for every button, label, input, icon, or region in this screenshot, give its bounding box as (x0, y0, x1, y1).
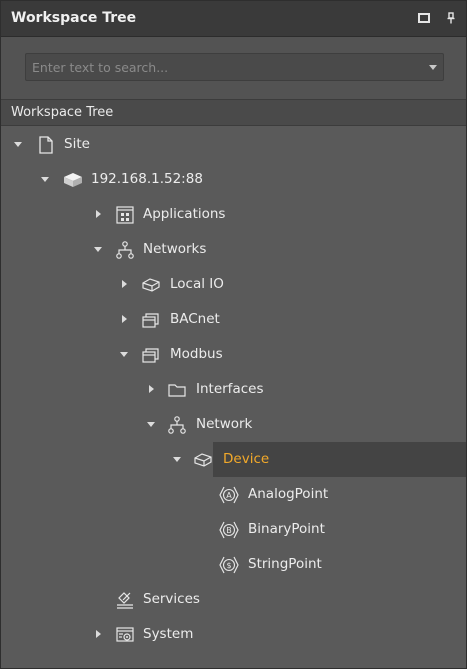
string-point-icon: $ (219, 555, 239, 575)
tree-item-label: Network (196, 416, 253, 432)
tree-item-label: 192.168.1.52:88 (91, 171, 203, 187)
panel-titlebar: Workspace Tree (1, 1, 466, 37)
tree-item-label: System (143, 626, 194, 642)
svg-text:$: $ (226, 561, 231, 570)
expand-arrow-icon[interactable] (120, 352, 128, 357)
tree-item-site[interactable]: Site (1, 127, 466, 162)
tree-item-networks[interactable]: Networks (1, 232, 466, 267)
search-combobox[interactable] (25, 53, 444, 81)
collapse-arrow-icon[interactable] (96, 630, 101, 638)
tree-item-device-ip[interactable]: 192.168.1.52:88 (1, 162, 466, 197)
tree-item-label: BACnet (170, 311, 220, 327)
svg-text:A: A (226, 491, 232, 500)
tree-item-analog-point[interactable]: A AnalogPoint (1, 477, 466, 512)
local-io-icon (141, 275, 161, 295)
search-input[interactable] (32, 58, 412, 76)
svg-text:B: B (226, 526, 232, 535)
tree-item-services[interactable]: Services (1, 582, 466, 617)
tree-item-label: Device (223, 451, 270, 467)
tree-item-label: AnalogPoint (248, 486, 329, 502)
binary-point-icon: B (219, 520, 239, 540)
controller-device-icon (62, 170, 82, 190)
network-icon (115, 240, 135, 260)
tree-item-label: StringPoint (248, 556, 322, 572)
tree-item-label: Site (64, 136, 90, 152)
tree-item-label: Interfaces (196, 381, 264, 397)
search-area (1, 37, 466, 99)
expand-arrow-icon[interactable] (147, 422, 155, 427)
protocol-icon (141, 345, 161, 365)
system-settings-icon (115, 625, 135, 645)
services-icon (115, 590, 135, 610)
workspace-tree-panel: Workspace Tree Workspace Tree Site (0, 0, 467, 669)
tree-item-label: Services (143, 591, 200, 607)
collapse-arrow-icon[interactable] (96, 210, 101, 218)
tree-header-label: Workspace Tree (11, 105, 114, 120)
expand-arrow-icon[interactable] (94, 247, 102, 252)
tree-item-device[interactable]: Device (1, 442, 466, 477)
tree-item-interfaces[interactable]: Interfaces (1, 372, 466, 407)
expand-arrow-icon[interactable] (173, 457, 181, 462)
tree-item-string-point[interactable]: $ StringPoint (1, 547, 466, 582)
applications-icon (115, 205, 135, 225)
tree-item-label: Local IO (170, 276, 224, 292)
expand-arrow-icon[interactable] (14, 142, 22, 147)
analog-point-icon: A (219, 485, 239, 505)
tree-item-network[interactable]: Network (1, 407, 466, 442)
expand-arrow-icon[interactable] (41, 177, 49, 182)
tree-item-system[interactable]: System (1, 617, 466, 652)
folder-icon (167, 380, 187, 400)
tree-item-label: Applications (143, 206, 226, 222)
pin-icon[interactable] (444, 11, 458, 25)
tree-item-bacnet[interactable]: BACnet (1, 302, 466, 337)
tree-item-applications[interactable]: Applications (1, 197, 466, 232)
collapse-arrow-icon[interactable] (149, 385, 154, 393)
tree-item-label: Networks (143, 241, 207, 257)
chevron-down-icon[interactable] (429, 65, 437, 70)
tree-item-modbus[interactable]: Modbus (1, 337, 466, 372)
collapse-arrow-icon[interactable] (122, 315, 127, 323)
document-icon (36, 135, 56, 155)
network-icon (167, 415, 187, 435)
panel-title: Workspace Tree (11, 10, 137, 26)
tree-column-header: Workspace Tree (1, 99, 466, 126)
tree-item-label: Modbus (170, 346, 223, 362)
tree-item-binary-point[interactable]: B BinaryPoint (1, 512, 466, 547)
tree-item-local-io[interactable]: Local IO (1, 267, 466, 302)
tree-item-label: BinaryPoint (248, 521, 325, 537)
protocol-icon (141, 310, 161, 330)
maximize-icon[interactable] (417, 11, 431, 25)
device-icon (193, 450, 213, 470)
collapse-arrow-icon[interactable] (122, 280, 127, 288)
